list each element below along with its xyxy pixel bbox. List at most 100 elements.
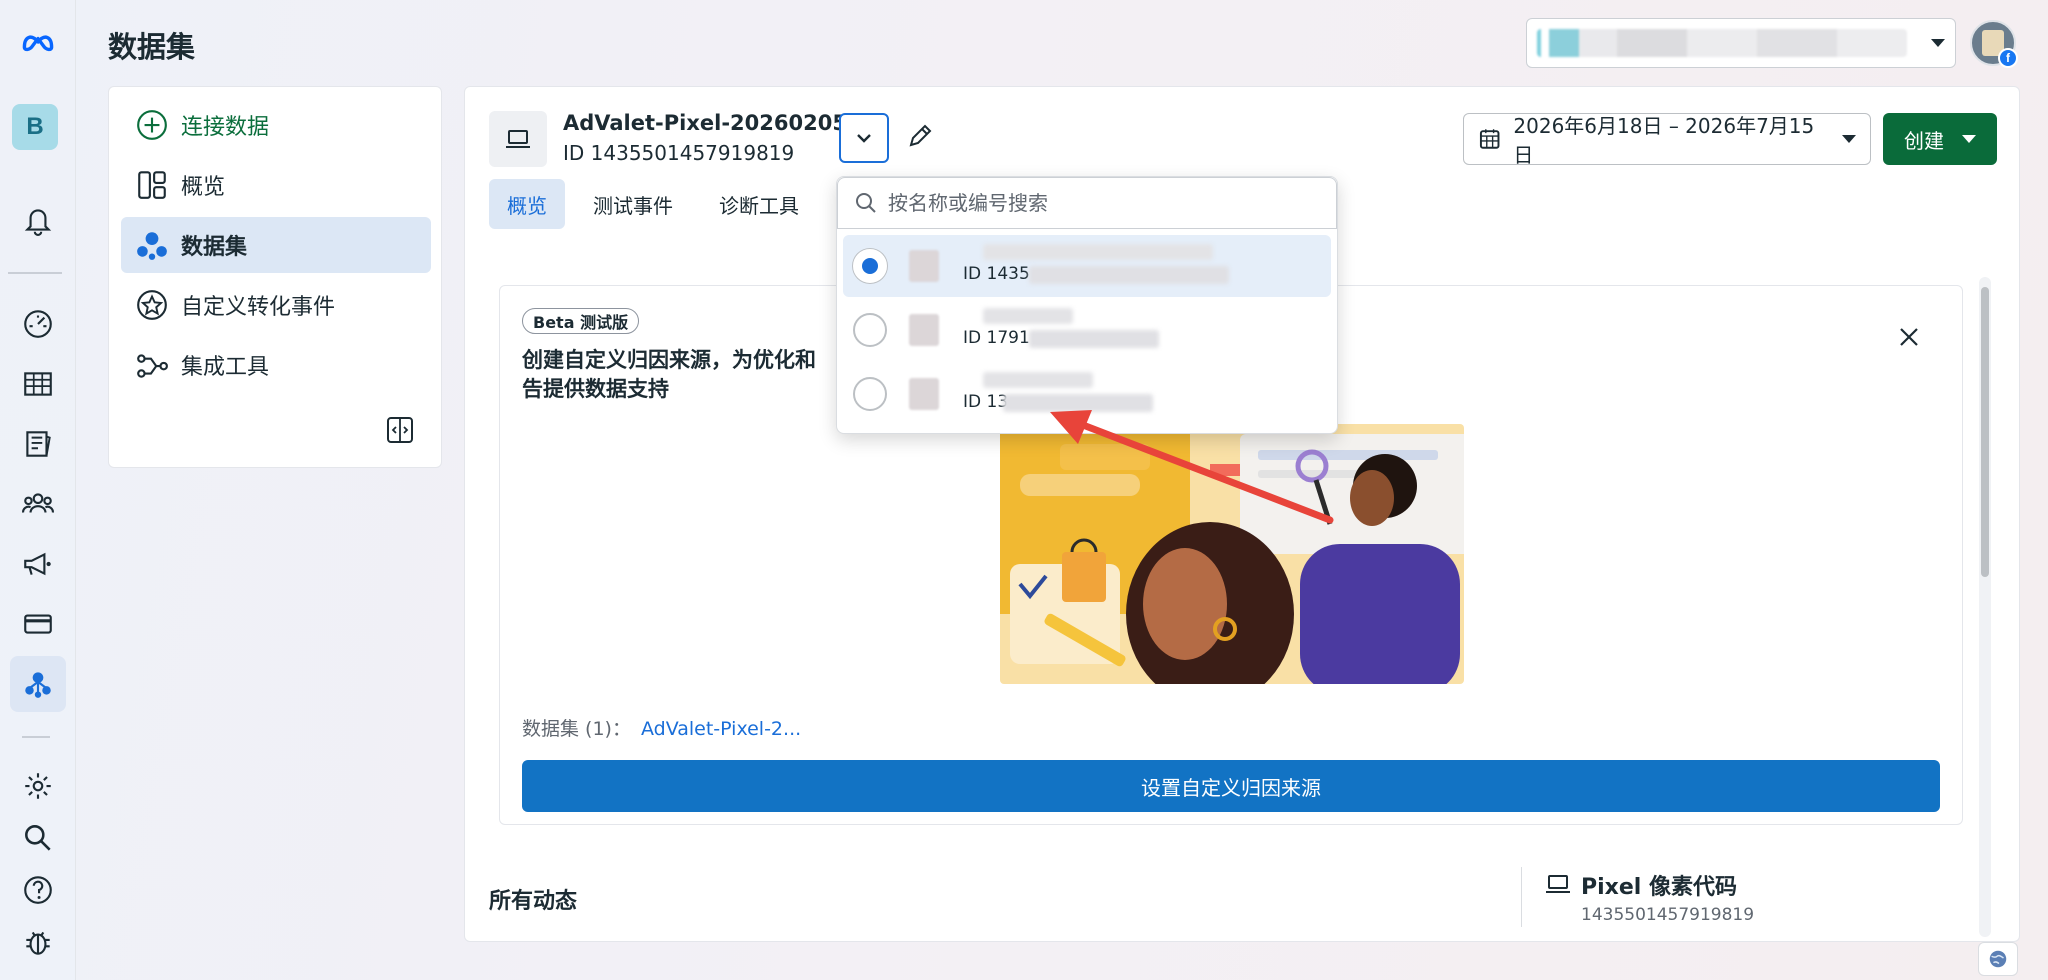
pencil-icon[interactable] — [905, 121, 935, 151]
nav-item-label: 连接数据 — [181, 115, 270, 140]
dataset-option-text: ID 1791 — [963, 304, 1323, 356]
globe-icon[interactable] — [1978, 942, 2018, 976]
search-icon[interactable] — [10, 810, 66, 866]
table-icon[interactable] — [10, 356, 66, 412]
dataset-id-redacted — [1003, 394, 1153, 412]
dataset-option-id: ID 1435 — [963, 264, 1030, 284]
account-name-redacted — [1537, 29, 1907, 57]
plus-circle-icon — [137, 110, 167, 140]
layout-icon — [138, 171, 166, 199]
calendar-icon — [1479, 129, 1500, 149]
datasets-icon — [137, 232, 167, 260]
dataset-name: AdValet-Pixel-20260205-1 — [563, 111, 871, 135]
facebook-badge-icon: f — [1998, 48, 2018, 68]
dataset-thumbnail-redacted — [909, 250, 939, 282]
scrollbar[interactable] — [1979, 277, 1991, 937]
dataset-link[interactable]: AdValet-Pixel-2... — [641, 718, 801, 740]
help-icon[interactable] — [10, 862, 66, 918]
chevron-down-icon — [1962, 135, 1976, 143]
dataset-option-text: ID 13 — [963, 368, 1323, 420]
create-button-label: 创建 — [1904, 128, 1944, 153]
dataset-option-text: ID 1435 — [963, 240, 1323, 292]
dataset-name-redacted — [983, 308, 1073, 324]
radio-unselected[interactable] — [853, 313, 887, 347]
dataset-id-redacted — [1029, 266, 1229, 284]
datasets-count-row: 数据集 (1)： AdValet-Pixel-2... — [522, 714, 801, 741]
pixel-code-title: Pixel 像素代码 — [1581, 875, 1737, 900]
nav-item-connect-data[interactable]: 连接数据 — [121, 97, 431, 153]
nav-item-custom-conversions[interactable]: 自定义转化事件 — [121, 277, 431, 333]
close-icon[interactable] — [1896, 324, 1922, 350]
pixel-code-value: 1435501457919819 — [1581, 905, 1755, 925]
laptop-icon — [506, 130, 530, 148]
date-range-text: 2026年6月18日 – 2026年7月15日 — [1513, 114, 1815, 167]
nav-item-label: 集成工具 — [181, 355, 270, 380]
dataset-option[interactable]: ID 13 — [843, 363, 1331, 425]
business-avatar[interactable]: B — [12, 104, 58, 150]
dataset-option-id: ID 13 — [963, 392, 1009, 412]
radio-selected[interactable] — [853, 249, 887, 283]
scrollbar-thumb[interactable] — [1981, 287, 1989, 577]
dataset-name-redacted — [983, 244, 1213, 260]
nav-item-label: 概览 — [181, 175, 226, 200]
tab-test-events[interactable]: 测试事件 — [575, 179, 691, 229]
tab-overview[interactable]: 概览 — [489, 179, 565, 229]
promo-title: 创建自定义归因来源，为优化和 告提供数据支持 — [522, 348, 816, 401]
gear-icon[interactable] — [10, 758, 66, 814]
audience-icon[interactable] — [10, 476, 66, 532]
section-divider — [1521, 867, 1522, 927]
nav-item-integrations[interactable]: 集成工具 — [121, 337, 431, 393]
radio-unselected[interactable] — [853, 377, 887, 411]
datasets-rail-icon[interactable] — [10, 656, 66, 712]
dataset-option[interactable]: ID 1435 — [843, 235, 1331, 297]
search-icon — [856, 193, 876, 213]
chevron-down-icon — [1931, 39, 1945, 47]
meta-logo-icon[interactable] — [10, 14, 66, 70]
nav-item-label: 数据集 — [181, 235, 248, 260]
nav-item-overview[interactable]: 概览 — [121, 157, 431, 213]
pixel-code-summary: Pixel 像素代码 1435501457919819 — [1545, 869, 1754, 925]
integration-icon — [137, 354, 168, 378]
bell-icon[interactable] — [10, 192, 66, 248]
rail-divider-short — [22, 736, 50, 738]
create-button[interactable]: 创建 — [1883, 113, 1997, 165]
chevron-down-icon — [857, 134, 871, 143]
dataset-tabs: 概览 测试事件 诊断工具 — [489, 179, 827, 229]
setup-attribution-button[interactable]: 设置自定义归因来源 — [522, 760, 1940, 812]
catalog-icon[interactable] — [10, 416, 66, 472]
date-range-picker[interactable]: 2026年6月18日 – 2026年7月15日 — [1463, 113, 1871, 167]
bug-report-icon[interactable] — [10, 914, 66, 970]
dataset-search-field[interactable] — [837, 177, 1337, 229]
tab-diagnostics[interactable]: 诊断工具 — [701, 179, 817, 229]
ad-account-selector[interactable] — [1526, 18, 1956, 68]
nav-item-datasets[interactable]: 数据集 — [121, 217, 431, 273]
dataset-thumbnail-redacted — [909, 378, 939, 410]
dataset-search-input[interactable] — [888, 191, 1288, 215]
dataset-name-redacted — [983, 372, 1093, 388]
all-activity-heading: 所有动态 — [489, 889, 578, 914]
dataset-id: ID 1435501457919819 — [563, 141, 795, 165]
promo-illustration — [1000, 424, 1464, 684]
profile-avatar[interactable]: f — [1970, 20, 2018, 68]
dataset-switcher-dropdown: ID 1435 ID 1791 ID 13 — [836, 176, 1338, 434]
dataset-switcher-button[interactable] — [839, 113, 889, 163]
beta-badge: Beta 测试版 — [522, 308, 640, 334]
dataset-option-id: ID 1791 — [963, 328, 1030, 348]
star-badge-icon — [137, 290, 167, 320]
rail-divider — [8, 272, 62, 274]
dataset-id-redacted — [1029, 330, 1159, 348]
datasets-nav-panel: 连接数据 概览 数据集 自定义转化事件 集成工具 — [108, 86, 442, 468]
chevron-down-icon — [1842, 135, 1856, 143]
laptop-icon — [1546, 875, 1570, 893]
dataset-type-icon — [489, 111, 547, 167]
dataset-thumbnail-redacted — [909, 314, 939, 346]
dataset-option[interactable]: ID 1791 — [843, 299, 1331, 361]
billing-card-icon[interactable] — [10, 596, 66, 652]
dashboard-gauge-icon[interactable] — [10, 296, 66, 352]
nav-item-label: 自定义转化事件 — [181, 295, 336, 320]
app-rail: B — [0, 0, 76, 980]
megaphone-icon[interactable] — [10, 536, 66, 592]
page-title: 数据集 — [108, 30, 196, 64]
collapse-panel-icon[interactable] — [385, 415, 415, 445]
datasets-count-label: 数据集 (1)： — [522, 718, 631, 740]
